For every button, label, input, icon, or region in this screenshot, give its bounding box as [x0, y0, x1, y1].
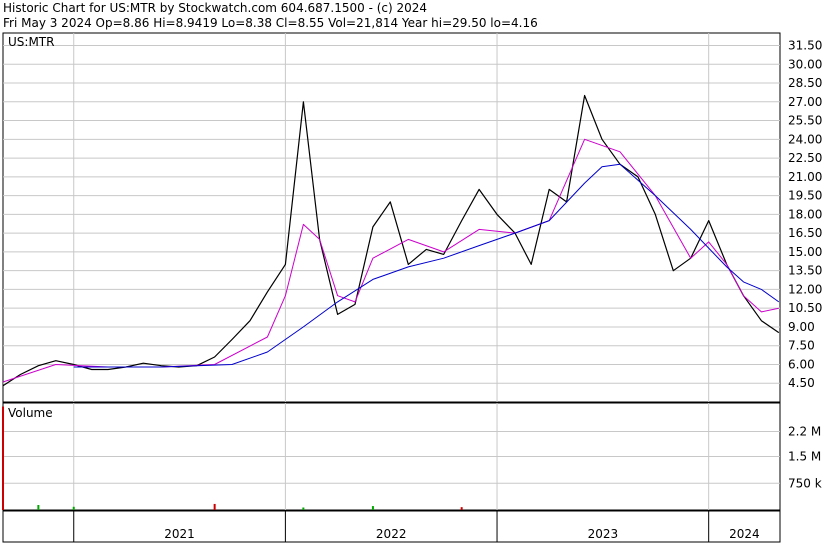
volume-bar [460, 507, 463, 510]
year-label: 2022 [376, 527, 407, 541]
price-tick-label: 27.00 [788, 95, 822, 109]
price-tick-label: 9.00 [788, 320, 815, 334]
price-axis-ticks: 31.50 30.00 28.50 27.00 25.50 24.00 22.50 21.00… [788, 39, 822, 391]
price-tick-label: 7.50 [788, 339, 815, 353]
volume-bar [72, 506, 75, 510]
price-tick-label: 18.00 [788, 207, 822, 221]
price-tick-label: 22.50 [788, 151, 822, 165]
price-tick-label: 28.50 [788, 76, 822, 90]
volume-panel-label: Volume [8, 406, 53, 420]
stock-chart: Historic Chart for US:MTR by Stockwatch.… [2, 1, 822, 543]
price-tick-label: 21.00 [788, 170, 822, 184]
volume-bar [2, 406, 4, 510]
price-tick-label: 10.50 [788, 301, 822, 315]
volume-axis-ticks: 2.2 M 1.5 M 750 k [788, 425, 822, 491]
price-tick-label: 31.50 [788, 39, 822, 53]
price-tick-label: 4.50 [788, 376, 815, 390]
chart-header-quote: Fri May 3 2024 Op=8.86 Hi=8.9419 Lo=8.38… [3, 16, 538, 30]
price-tick-label: 16.50 [788, 226, 822, 240]
volume-tick-label: 2.2 M [788, 425, 821, 439]
volume-tick-label: 1.5 M [788, 450, 821, 464]
year-label: 2023 [588, 527, 619, 541]
price-tick-label: 12.00 [788, 282, 822, 296]
year-label: 2021 [164, 527, 195, 541]
price-tick-label: 15.00 [788, 245, 822, 259]
price-tick-label: 13.50 [788, 264, 822, 278]
price-panel [2, 32, 781, 403]
chart-header-title: Historic Chart for US:MTR by Stockwatch.… [3, 1, 427, 15]
price-tick-label: 6.00 [788, 357, 815, 371]
volume-bar [213, 503, 216, 510]
year-label: 2024 [729, 527, 760, 541]
price-tick-label: 19.50 [788, 189, 822, 203]
price-panel-label: US:MTR [8, 35, 54, 49]
price-tick-label: 30.00 [788, 57, 822, 71]
volume-tick-label: 750 k [788, 476, 822, 490]
volume-bar [371, 506, 374, 510]
price-tick-label: 25.50 [788, 114, 822, 128]
price-tick-label: 24.00 [788, 132, 822, 146]
volume-bar [302, 507, 305, 510]
volume-bar [37, 505, 40, 510]
